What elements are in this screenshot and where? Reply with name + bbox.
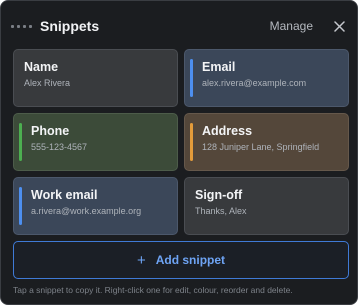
manage-button[interactable]: Manage <box>270 19 313 33</box>
snippet-label: Phone <box>31 124 70 138</box>
color-tag <box>19 123 22 161</box>
snippet-value: alex.rivera@example.com <box>202 78 307 88</box>
snippet-label: Address <box>202 124 253 138</box>
snippet-label: Work email <box>31 188 98 202</box>
snippet-card-name[interactable]: Name Alex Rivera <box>13 49 178 107</box>
snippet-label: Name <box>24 60 59 74</box>
close-icon[interactable] <box>331 18 347 34</box>
snippet-value: Thanks, Alex <box>195 206 247 216</box>
color-tag <box>190 123 193 161</box>
snippet-grid: Name Alex Rivera Email alex.rivera@example.… <box>13 49 349 235</box>
color-tag <box>190 59 193 97</box>
plus-icon: + <box>136 251 146 269</box>
snippet-card-work-email[interactable]: Work email a.rivera@work.example.org <box>13 177 178 235</box>
snippet-value: 128 Juniper Lane, Springfield <box>202 142 320 152</box>
add-snippet-button[interactable]: + Add snippet <box>13 241 349 279</box>
hint-text: Tap a snippet to copy it. Right-click on… <box>13 285 293 295</box>
drag-handle-icon[interactable] <box>11 24 32 28</box>
panel-header: Snippets Manage <box>11 9 347 43</box>
snippets-panel: Snippets Manage Name Alex Rivera Email alex… <box>0 0 358 305</box>
snippet-card-address[interactable]: Address 128 Juniper Lane, Springfield <box>184 113 349 171</box>
snippet-value: Alex Rivera <box>24 78 71 88</box>
snippet-card-phone[interactable]: Phone 555-123-4567 <box>13 113 178 171</box>
snippet-label: Email <box>202 60 236 74</box>
snippet-label: Sign-off <box>195 188 243 202</box>
color-tag <box>19 187 22 225</box>
snippet-value: 555-123-4567 <box>31 142 88 152</box>
add-snippet-label: Add snippet <box>155 253 226 267</box>
panel-title: Snippets <box>40 18 100 34</box>
snippet-value: a.rivera@work.example.org <box>31 206 142 216</box>
snippet-card-email[interactable]: Email alex.rivera@example.com <box>184 49 349 107</box>
snippet-card-sign-off[interactable]: Sign-off Thanks, Alex <box>184 177 349 235</box>
